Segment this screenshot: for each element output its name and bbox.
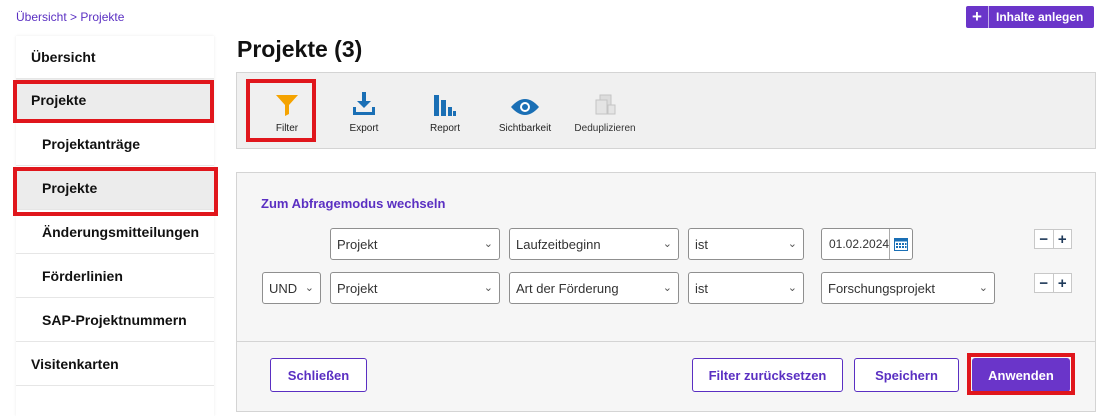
query-mode-link[interactable]: Zum Abfragemodus wechseln xyxy=(261,196,445,211)
close-button[interactable]: Schließen xyxy=(270,358,367,392)
chevron-down-icon: ⌄ xyxy=(662,282,672,294)
sidebar-item-label: Projekte xyxy=(42,180,98,196)
sidebar-item-label: Projekte xyxy=(31,92,87,108)
minus-icon[interactable]: − xyxy=(1035,230,1054,248)
filter-row2-operator-select[interactable]: ist ⌄ xyxy=(688,272,804,304)
create-content-label: Inhalte anlegen xyxy=(996,10,1084,24)
filter-icon xyxy=(275,91,299,117)
breadcrumb-current[interactable]: Projekte xyxy=(80,10,124,24)
create-content-button[interactable]: + Inhalte anlegen xyxy=(966,6,1094,28)
breadcrumb: Übersicht > Projekte xyxy=(16,10,124,24)
visibility-button[interactable]: Sichtbarkeit xyxy=(495,73,555,150)
select-value: Projekt xyxy=(337,236,378,252)
export-button[interactable]: Export xyxy=(334,73,394,150)
sidebar-item-label: Visitenkarten xyxy=(31,356,119,372)
filter-row2-controls: − + xyxy=(1034,273,1072,293)
select-value: ist xyxy=(695,236,708,252)
chevron-down-icon: ⌄ xyxy=(483,282,493,294)
plus-icon[interactable]: + xyxy=(1054,274,1072,292)
sidebar-item-overview[interactable]: Übersicht xyxy=(16,36,214,79)
plus-icon[interactable]: + xyxy=(1054,230,1072,248)
eye-icon xyxy=(510,91,540,117)
plus-icon: + xyxy=(966,6,989,28)
select-value: Projekt xyxy=(337,280,378,296)
report-label: Report xyxy=(429,123,460,134)
sidebar-item-change-notices[interactable]: Änderungsmitteilungen xyxy=(16,211,214,254)
filter-row1-field-select[interactable]: Laufzeitbeginn ⌄ xyxy=(509,228,679,260)
sidebar-item-business-cards[interactable]: Visitenkarten xyxy=(16,343,214,386)
filter-button[interactable]: Filter xyxy=(257,73,317,150)
deduplicate-label: Deduplizieren xyxy=(574,123,636,134)
deduplicate-button[interactable]: Deduplizieren xyxy=(570,73,640,150)
filter-row1-entity-select[interactable]: Projekt ⌄ xyxy=(330,228,500,260)
reset-filter-button[interactable]: Filter zurücksetzen xyxy=(692,358,843,392)
bar-chart-icon xyxy=(433,91,457,117)
chevron-down-icon: ⌄ xyxy=(662,238,672,250)
filter-row2-value-select[interactable]: Forschungsprojekt ⌄ xyxy=(821,272,995,304)
report-button[interactable]: Report xyxy=(415,73,475,150)
toolbar: Filter Export Report Sichtbarkeit Dedupl… xyxy=(236,72,1096,149)
chevron-down-icon: ⌄ xyxy=(483,238,493,250)
sidebar-item-label: Projektanträge xyxy=(42,136,141,152)
chevron-down-icon: ⌄ xyxy=(787,282,797,294)
chevron-down-icon: ⌄ xyxy=(304,282,314,294)
sidebar-item-sap-project-numbers[interactable]: SAP-Projektnummern xyxy=(16,299,214,342)
sidebar-item-label: Förderlinien xyxy=(42,268,123,284)
breadcrumb-separator: > xyxy=(66,10,81,24)
chevron-down-icon: ⌄ xyxy=(787,238,797,250)
date-value: 01.02.2024 xyxy=(829,237,890,251)
filter-row2-connector-select[interactable]: UND ⌄ xyxy=(262,272,321,304)
sidebar-item-label: Änderungsmitteilungen xyxy=(42,224,200,240)
select-value: Laufzeitbeginn xyxy=(516,236,601,252)
filter-row1-operator-select[interactable]: ist ⌄ xyxy=(688,228,804,260)
sidebar-item-label: SAP-Projektnummern xyxy=(42,312,187,328)
visibility-label: Sichtbarkeit xyxy=(498,123,552,134)
filter-row2-entity-select[interactable]: Projekt ⌄ xyxy=(330,272,500,304)
minus-icon[interactable]: − xyxy=(1035,274,1054,292)
filter-row2-field-select[interactable]: Art der Förderung ⌄ xyxy=(509,272,679,304)
download-icon xyxy=(351,91,377,117)
sidebar-item-funding-lines[interactable]: Förderlinien xyxy=(16,255,214,298)
filter-row1-date-input[interactable]: 01.02.2024 xyxy=(821,228,913,260)
chevron-down-icon: ⌄ xyxy=(978,282,988,294)
sidebar-item-label: Übersicht xyxy=(31,49,96,65)
select-value: UND xyxy=(269,280,298,296)
duplicate-icon xyxy=(593,91,617,117)
sidebar-subitem-projects[interactable]: Projekte xyxy=(16,167,214,210)
sidebar-item-projects[interactable]: Projekte xyxy=(16,79,214,122)
select-value: Art der Förderung xyxy=(516,280,619,296)
apply-button[interactable]: Anwenden xyxy=(972,358,1070,392)
sidebar-item-project-applications[interactable]: Projektanträge xyxy=(16,123,214,166)
calendar-icon[interactable] xyxy=(889,229,912,259)
select-value: Forschungsprojekt xyxy=(828,280,935,296)
filter-label: Filter xyxy=(275,123,299,134)
select-value: ist xyxy=(695,280,708,296)
breadcrumb-home[interactable]: Übersicht xyxy=(16,10,67,24)
sidebar: Übersicht Projekte Projektanträge Projek… xyxy=(16,36,214,416)
save-button[interactable]: Speichern xyxy=(854,358,959,392)
filter-row1-controls: − + xyxy=(1034,229,1072,249)
divider xyxy=(237,341,1095,342)
page-title: Projekte (3) xyxy=(237,36,363,62)
export-label: Export xyxy=(349,123,379,134)
